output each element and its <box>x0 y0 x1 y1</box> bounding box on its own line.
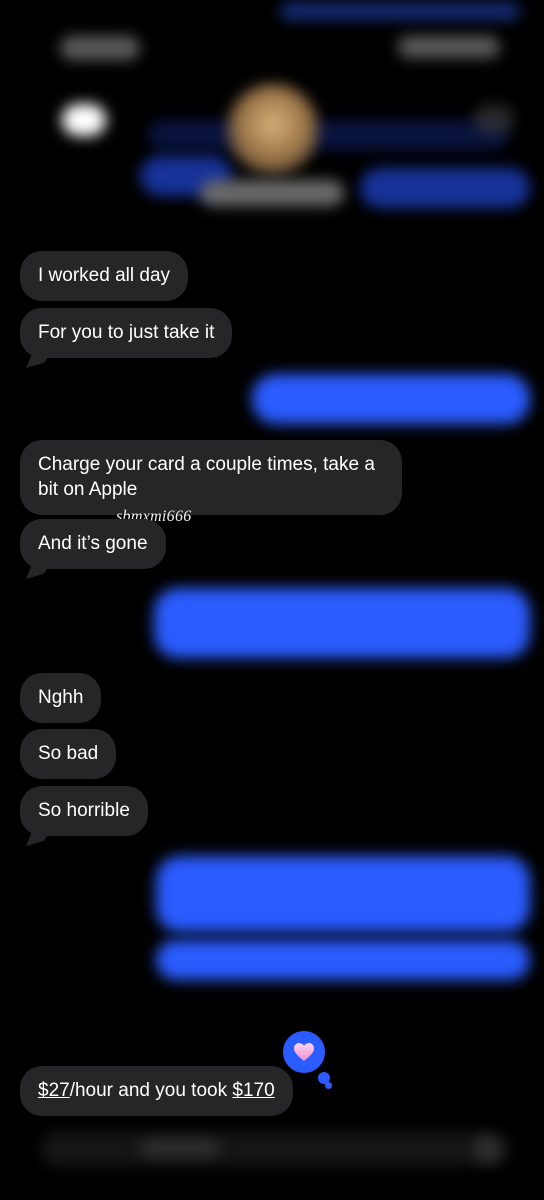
status-time <box>60 36 140 60</box>
received-message[interactable]: Nghh <box>20 673 102 723</box>
tapback-tail-dot <box>325 1082 332 1089</box>
received-message[interactable]: I worked all day <box>20 251 189 301</box>
received-message[interactable]: So bad <box>20 729 117 779</box>
message-text: Nghh <box>38 687 84 708</box>
back-button[interactable] <box>62 104 106 136</box>
contact-avatar[interactable] <box>228 84 318 174</box>
message-text: So bad <box>38 743 99 764</box>
message-text: Charge your card a couple times, take a … <box>38 454 375 500</box>
header-blurred-area <box>148 120 508 150</box>
received-message[interactable]: $27/hour and you took $170 <box>20 1066 293 1116</box>
message-input-bar[interactable] <box>40 1132 510 1166</box>
message-input-placeholder <box>140 1140 220 1156</box>
message-text: And it’s gone <box>38 533 148 554</box>
message-text-fragment: /hour and you took <box>69 1080 233 1101</box>
received-message[interactable]: Charge your card a couple times, take a … <box>20 440 402 515</box>
received-message[interactable]: And it’s gone <box>20 519 166 569</box>
amount-link[interactable]: $27 <box>38 1080 70 1101</box>
sent-message-blurred[interactable] <box>252 374 530 424</box>
sent-message-blurred[interactable] <box>156 856 530 932</box>
message-text: I worked all day <box>38 265 171 286</box>
message-text: So horrible <box>38 800 130 821</box>
sent-message-blurred[interactable] <box>154 588 530 658</box>
message-text: $27/hour and you took $170 <box>38 1080 275 1101</box>
contact-name[interactable] <box>200 180 344 206</box>
video-call-button[interactable] <box>474 104 514 134</box>
header-blurred-bubble <box>360 168 530 208</box>
tapback-reaction[interactable] <box>280 1028 328 1076</box>
received-message[interactable]: So horrible <box>20 786 148 836</box>
status-bar-glow <box>280 2 520 20</box>
sent-message-blurred[interactable] <box>156 940 530 980</box>
received-message[interactable]: For you to just take it <box>20 308 233 358</box>
message-text: For you to just take it <box>38 322 215 343</box>
amount-link[interactable]: $170 <box>232 1080 274 1101</box>
mic-icon[interactable] <box>474 1136 500 1162</box>
status-icons <box>398 36 500 58</box>
heart-icon <box>294 1043 314 1061</box>
